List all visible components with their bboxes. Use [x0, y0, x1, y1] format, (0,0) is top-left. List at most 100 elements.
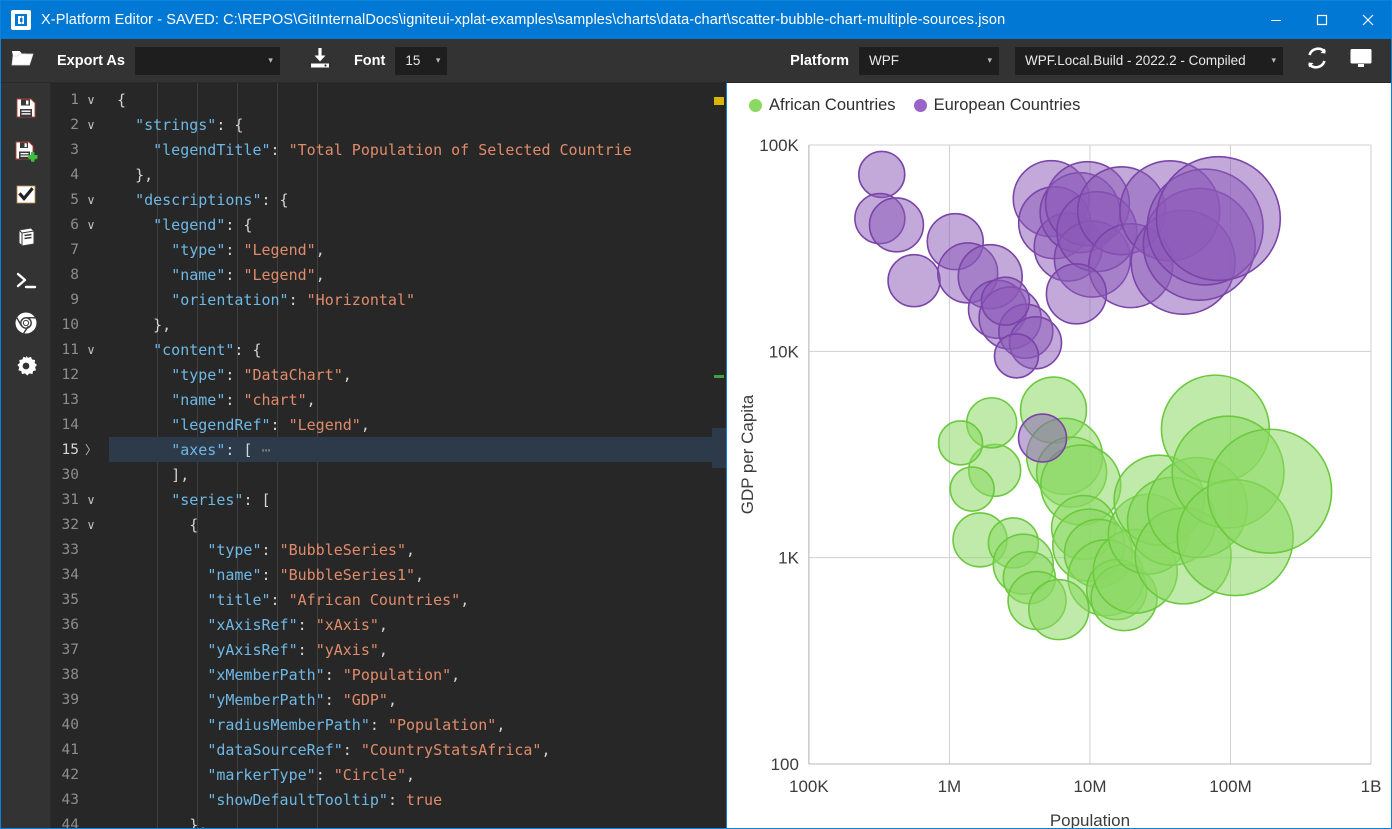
code-line[interactable]: "name": "BubbleSeries1", — [109, 562, 726, 587]
minimize-button[interactable] — [1253, 1, 1299, 39]
gutter-line[interactable]: 40 — [51, 712, 109, 737]
code-line[interactable]: "name": "chart", — [109, 387, 726, 412]
save-as-button[interactable] — [4, 132, 48, 174]
gutter-line[interactable]: 9 — [51, 287, 109, 312]
bubble-point[interactable] — [993, 333, 1040, 379]
bubble-point[interactable] — [887, 253, 941, 308]
gutter-line[interactable]: 10 — [51, 312, 109, 337]
code-line[interactable]: "radiusMemberPath": "Population", — [109, 712, 726, 737]
platform-select[interactable]: WPF ▾ — [859, 46, 999, 75]
gutter-line[interactable]: 31 ∨ — [51, 487, 109, 512]
gutter-line[interactable]: 33 — [51, 537, 109, 562]
export-format-select[interactable]: ▾ — [134, 46, 280, 75]
bubble-point[interactable] — [1028, 578, 1090, 641]
bubble-point[interactable] — [1045, 263, 1108, 325]
fold-expanded-icon[interactable]: ∨ — [81, 218, 101, 232]
gutter-line[interactable]: 13 — [51, 387, 109, 412]
code-line[interactable]: }, — [109, 162, 726, 187]
gutter-line[interactable]: 3 — [51, 137, 109, 162]
code-line[interactable]: "name": "Legend", — [109, 262, 726, 287]
bubble-point[interactable] — [980, 276, 1031, 326]
bubble-point[interactable] — [1206, 428, 1333, 554]
bubble-point[interactable] — [937, 420, 984, 466]
code-line[interactable]: "markerType": "Circle", — [109, 762, 726, 787]
gutter-line[interactable]: 5 ∨ — [51, 187, 109, 212]
fold-expanded-icon[interactable]: ∨ — [81, 343, 101, 357]
open-file-button[interactable] — [1, 39, 45, 83]
terminal-button[interactable] — [4, 261, 48, 303]
gutter-line[interactable]: 39 — [51, 687, 109, 712]
bubble-scatter-chart[interactable]: 100K 10K 1K 100 100K 1M 10M 100M 1B Population GDP… — [727, 127, 1391, 829]
gutter-line[interactable]: 36 — [51, 612, 109, 637]
display-preview-button[interactable] — [1339, 39, 1383, 83]
code-line[interactable]: "xMemberPath": "Population", — [109, 662, 726, 687]
code-line[interactable]: ], — [109, 462, 726, 487]
gutter-line[interactable]: 7 — [51, 237, 109, 262]
download-export-button[interactable] — [298, 39, 342, 83]
gutter-line[interactable]: 38 — [51, 662, 109, 687]
fold-expanded-icon[interactable]: ∨ — [81, 493, 101, 507]
fold-collapsed-icon[interactable]: 〉 — [81, 441, 101, 458]
bubble-point[interactable] — [949, 466, 995, 512]
code-line[interactable]: "orientation": "Horizontal" — [109, 287, 726, 312]
gutter-line[interactable]: 30 — [51, 462, 109, 487]
code-line[interactable]: "content": { — [109, 337, 726, 362]
code-line[interactable]: "type": "DataChart", — [109, 362, 726, 387]
settings-button[interactable] — [4, 347, 48, 389]
validate-button[interactable] — [4, 175, 48, 217]
font-size-select[interactable]: 15 ▾ — [395, 46, 448, 75]
bubble-point[interactable] — [1017, 413, 1068, 463]
code-line[interactable]: "descriptions": { — [109, 187, 726, 212]
code-line[interactable]: "xAxisRef": "xAxis", — [109, 612, 726, 637]
save-button[interactable] — [4, 89, 48, 131]
gutter-line[interactable]: 44 — [51, 812, 109, 829]
gutter-line[interactable]: 35 — [51, 587, 109, 612]
legend-item[interactable]: African Countries — [749, 96, 896, 115]
fold-expanded-icon[interactable]: ∨ — [81, 518, 101, 532]
code-line[interactable]: { — [109, 87, 726, 112]
code-line[interactable]: "type": "BubbleSeries", — [109, 537, 726, 562]
code-editor[interactable]: 1 ∨ 2 ∨ 3 4 5 ∨ 6 ∨ 7 8 9 10 11 ∨ 12 13 14 15 〉 30 31 ∨ 32 ∨ 33 34 3… — [51, 83, 726, 828]
docs-button[interactable] — [4, 218, 48, 260]
gutter-line[interactable]: 4 — [51, 162, 109, 187]
gutter-line[interactable]: 12 — [51, 362, 109, 387]
legend-item[interactable]: European Countries — [913, 96, 1080, 115]
gutter-line[interactable]: 42 — [51, 762, 109, 787]
maximize-button[interactable] — [1299, 1, 1345, 39]
build-config-select[interactable]: WPF.Local.Build - 2022.2 - Compiled ▾ — [1015, 46, 1283, 75]
code-line[interactable]: }, — [109, 312, 726, 337]
fold-expanded-icon[interactable]: ∨ — [81, 118, 101, 132]
bubble-point[interactable] — [868, 197, 925, 253]
gutter-line[interactable]: 34 — [51, 562, 109, 587]
gutter-line[interactable]: 2 ∨ — [51, 112, 109, 137]
refresh-button[interactable] — [1295, 39, 1339, 83]
gutter-line[interactable]: 8 — [51, 262, 109, 287]
code-line[interactable]: "yAxisRef": "yAxis", — [109, 637, 726, 662]
close-button[interactable] — [1345, 1, 1391, 39]
code-line[interactable]: "type": "Legend", — [109, 237, 726, 262]
code-line[interactable]: "strings": { — [109, 112, 726, 137]
code-line[interactable]: "legendRef": "Legend", — [109, 412, 726, 437]
editor-gutter[interactable]: 1 ∨ 2 ∨ 3 4 5 ∨ 6 ∨ 7 8 9 10 11 ∨ 12 13 14 15 〉 30 31 ∨ 32 ∨ 33 34 3… — [51, 83, 109, 828]
code-line[interactable]: "title": "African Countries", — [109, 587, 726, 612]
fold-expanded-icon[interactable]: ∨ — [81, 193, 101, 207]
gutter-line[interactable]: 6 ∨ — [51, 212, 109, 237]
code-line[interactable]: }, — [109, 812, 726, 829]
browser-button[interactable] — [4, 304, 48, 346]
editor-scrollbar[interactable] — [712, 83, 726, 828]
code-line[interactable]: "showDefaultTooltip": true — [109, 787, 726, 812]
bubble-point[interactable] — [858, 150, 906, 199]
gutter-line[interactable]: 32 ∨ — [51, 512, 109, 537]
code-line[interactable]: "axes": [ ⋯ — [109, 437, 726, 462]
bubble-point[interactable] — [1155, 155, 1282, 282]
fold-expanded-icon[interactable]: ∨ — [81, 93, 101, 107]
gutter-line[interactable]: 15 〉 — [51, 437, 109, 462]
editor-code-area[interactable]: { "strings": { "legendTitle": "Total Pop… — [109, 83, 726, 828]
code-line[interactable]: "yMemberPath": "GDP", — [109, 687, 726, 712]
code-line[interactable]: { — [109, 512, 726, 537]
code-line[interactable]: "legendTitle": "Total Population of Sele… — [109, 137, 726, 162]
gutter-line[interactable]: 1 ∨ — [51, 87, 109, 112]
gutter-line[interactable]: 11 ∨ — [51, 337, 109, 362]
code-line[interactable]: "series": [ — [109, 487, 726, 512]
code-line[interactable]: "dataSourceRef": "CountryStatsAfrica", — [109, 737, 726, 762]
